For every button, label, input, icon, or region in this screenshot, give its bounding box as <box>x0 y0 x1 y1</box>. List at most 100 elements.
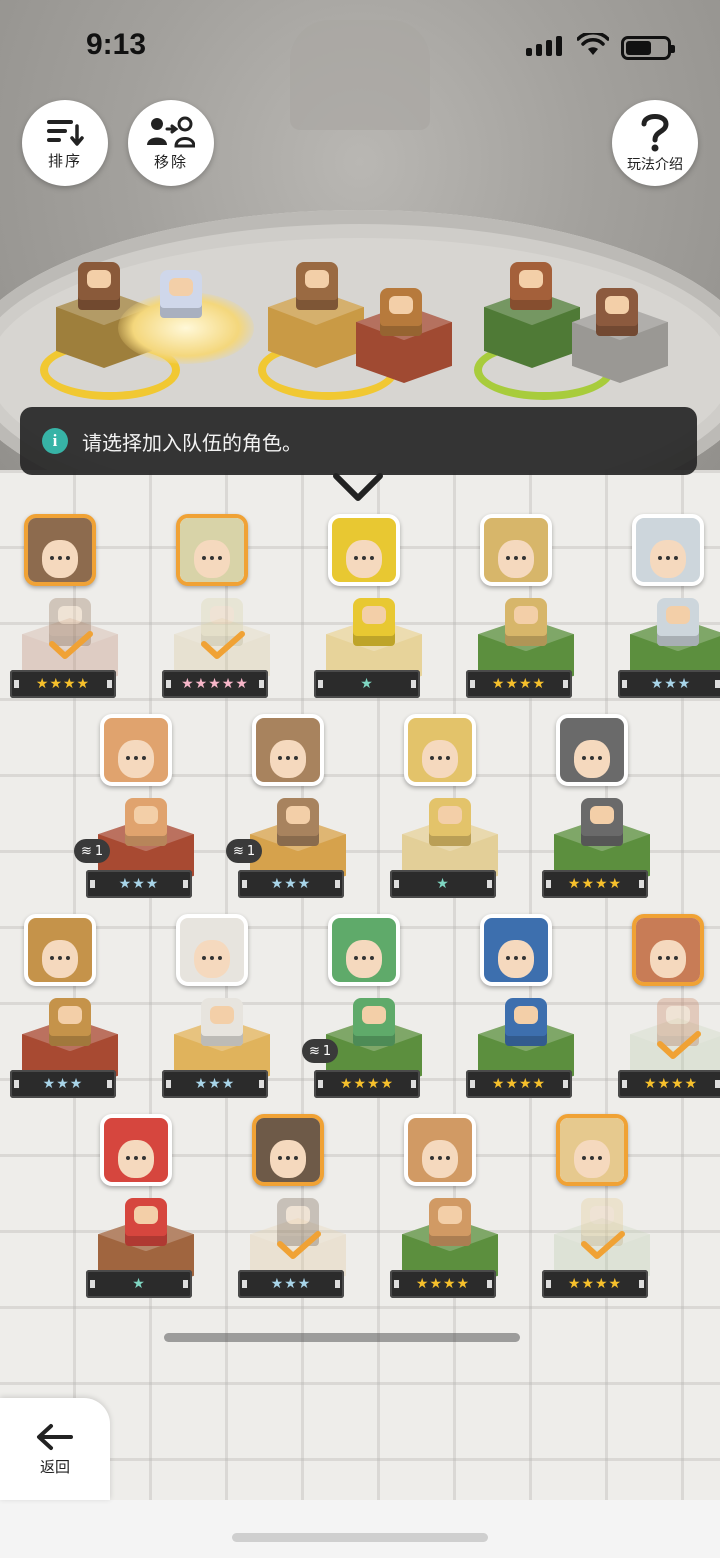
star-rating: ★★★★ <box>10 670 116 698</box>
character-sprite <box>353 598 395 646</box>
character-portrait[interactable]: ʃ <box>480 514 552 586</box>
question-mark-icon <box>641 114 669 152</box>
character-card[interactable]: ϟ ★★★★★ <box>162 514 282 704</box>
character-sprite <box>277 798 319 846</box>
character-face <box>104 718 168 782</box>
wind-element-icon: ʃ <box>624 716 628 740</box>
character-portrait[interactable]: ♦ <box>100 714 172 786</box>
character-card[interactable]: ϟ★ <box>390 714 510 904</box>
character-face <box>256 718 320 782</box>
selected-check-icon <box>201 631 245 659</box>
character-card[interactable]: ʃ ★★★★ <box>466 514 586 704</box>
character-portrait[interactable]: ϟ <box>252 1114 324 1186</box>
star-rating: ★★★★ <box>542 870 648 898</box>
character-sprite <box>125 798 167 846</box>
fire-element-icon: ♦ <box>168 1116 172 1140</box>
character-face <box>256 1118 320 1182</box>
back-label: 返回 <box>39 1457 70 1476</box>
stack-icon: ≋ <box>81 843 92 859</box>
character-portrait[interactable]: ʃ <box>632 514 704 586</box>
star-rating: ★★★ <box>86 870 192 898</box>
help-button[interactable]: 玩法介绍 <box>612 100 698 186</box>
team-member-sprite-2 <box>296 262 338 310</box>
wind-element-icon: ʃ <box>700 516 704 540</box>
character-card[interactable]: ϟ★ <box>314 514 434 704</box>
character-card[interactable]: ♦ ★★★★ <box>10 514 130 704</box>
character-card[interactable]: ϟ ★★★ <box>238 1114 358 1304</box>
back-button[interactable]: 返回 <box>0 1398 110 1500</box>
character-card[interactable]: ϟ ≋1 ★★★ <box>226 714 358 904</box>
team-member-sprite-1 <box>78 262 120 310</box>
remove-button[interactable]: 移除 <box>128 100 214 186</box>
character-sprite <box>125 1198 167 1246</box>
duplicate-count: 1 <box>94 843 104 859</box>
character-card[interactable]: ♦★ <box>86 1114 206 1304</box>
character-card[interactable]: ʃ ≋1 ★★★★ <box>302 914 434 1104</box>
light-element-icon: ✧ <box>700 916 704 940</box>
star-rating: ★★★★ <box>314 1070 420 1098</box>
horizontal-scrollbar[interactable] <box>164 1333 520 1342</box>
team-leader-sprite <box>160 270 202 318</box>
wind-element-icon: ʃ <box>624 1116 628 1140</box>
character-face <box>180 918 244 982</box>
character-portrait[interactable]: ϟ <box>176 514 248 586</box>
lightning-element-icon: ϟ <box>320 716 324 740</box>
bottom-bar <box>0 1500 720 1558</box>
character-face <box>484 518 548 582</box>
lightning-element-icon: ϟ <box>244 916 248 940</box>
star-rating: ★★★★ <box>466 670 572 698</box>
character-portrait[interactable]: ♦ <box>24 514 96 586</box>
star-rating: ★ <box>390 870 496 898</box>
character-sprite <box>429 1198 471 1246</box>
duplicate-count: 1 <box>322 1043 332 1059</box>
wind-element-icon: ʃ <box>472 1116 476 1140</box>
team-member-sprite-4 <box>510 262 552 310</box>
character-sprite <box>353 998 395 1046</box>
home-indicator[interactable] <box>232 1533 488 1542</box>
character-card[interactable]: ♦ ★★★ <box>10 914 130 1104</box>
duplicate-count-badge: ≋ 1 <box>226 839 263 863</box>
selected-check-icon <box>581 1231 625 1259</box>
fire-element-icon: ♦ <box>92 516 96 540</box>
wifi-icon <box>577 33 609 55</box>
character-card[interactable]: ʃ ★★★★ <box>542 1114 662 1304</box>
wind-element-icon: ʃ <box>548 916 552 940</box>
character-face <box>484 918 548 982</box>
remove-member-icon <box>147 116 195 147</box>
character-portrait[interactable]: ʃ <box>556 1114 628 1186</box>
character-card[interactable]: ʃ ★★★★ <box>542 714 662 904</box>
character-portrait[interactable]: ϟ <box>404 714 476 786</box>
chevron-down-icon[interactable] <box>332 470 384 504</box>
character-portrait[interactable]: ϟ <box>252 714 324 786</box>
character-portrait[interactable]: ʃ <box>328 914 400 986</box>
character-card[interactable]: ʃ ★★★ <box>618 514 720 704</box>
character-portrait[interactable]: ʃ <box>556 714 628 786</box>
selected-check-icon <box>49 631 93 659</box>
character-portrait[interactable]: ♦ <box>100 1114 172 1186</box>
character-portrait[interactable]: ʃ <box>480 914 552 986</box>
remove-label: 移除 <box>153 152 188 171</box>
character-card[interactable]: ʃ ★★★★ <box>466 914 586 1104</box>
star-rating: ★★★★ <box>618 1070 720 1098</box>
info-icon: i <box>42 428 68 454</box>
character-portrait[interactable]: ♦ <box>24 914 96 986</box>
character-card[interactable]: ♦ ≋1 ★★★ <box>74 714 206 904</box>
wind-element-icon: ʃ <box>396 916 400 940</box>
duplicate-count-badge: ≋ 1 <box>302 1039 339 1063</box>
cellular-signal-icon <box>526 36 562 56</box>
character-card[interactable]: ϟ ★★★ <box>162 914 282 1104</box>
sort-label: 排序 <box>47 151 82 170</box>
character-portrait[interactable]: ʃ <box>404 1114 476 1186</box>
star-rating: ★★★ <box>238 1270 344 1298</box>
duplicate-count-badge: ≋ 1 <box>74 839 111 863</box>
star-rating: ★★★★ <box>542 1270 648 1298</box>
character-face <box>332 918 396 982</box>
sort-button[interactable]: 排序 <box>22 100 108 186</box>
character-portrait[interactable]: ϟ <box>328 514 400 586</box>
character-card[interactable]: ʃ ★★★★ <box>390 1114 510 1304</box>
hint-text: 请选择加入队伍的角色。 <box>82 430 302 455</box>
character-portrait[interactable]: ✧ <box>632 914 704 986</box>
character-portrait[interactable]: ϟ <box>176 914 248 986</box>
star-rating: ★★★ <box>618 670 720 698</box>
character-card[interactable]: ✧ ★★★★ <box>618 914 720 1104</box>
